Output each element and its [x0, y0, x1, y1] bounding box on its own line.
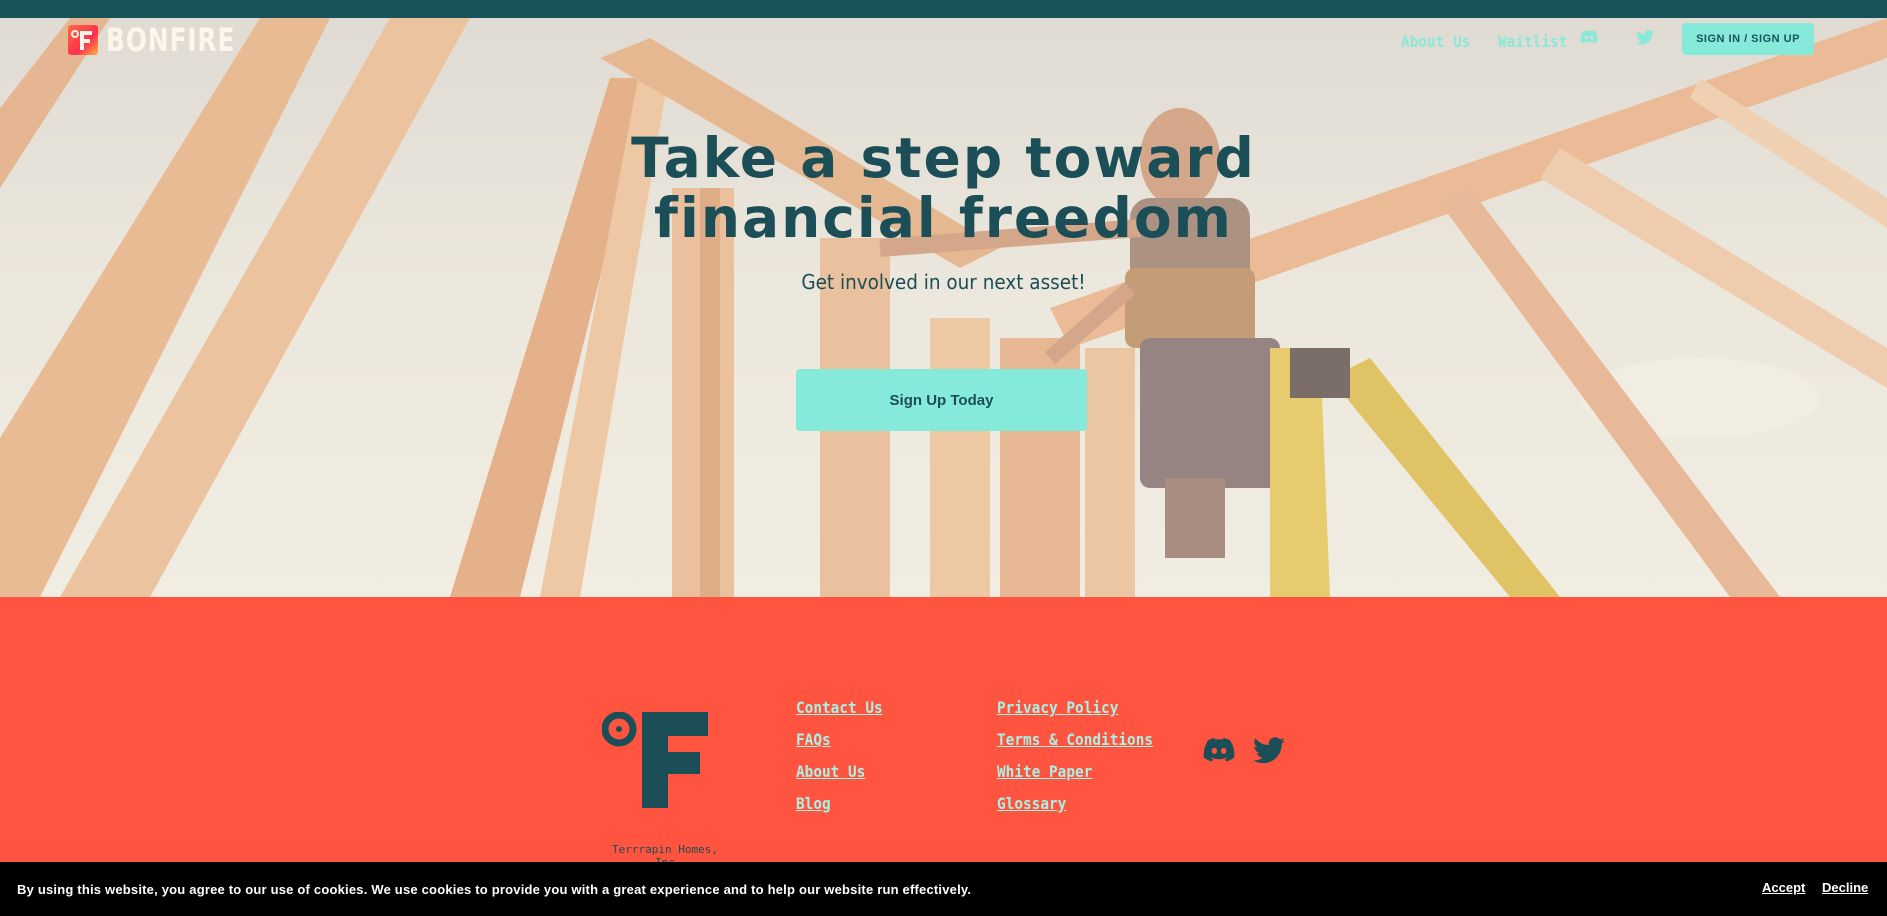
footer-logo-icon[interactable]: [601, 711, 708, 813]
top-bar: [0, 0, 1887, 18]
discord-icon[interactable]: [1580, 30, 1598, 49]
hero-headline: Take a step toward financial freedom: [0, 128, 1887, 248]
site-footer: Terrrapin Homes, Inc Contact Us FAQs Abo…: [0, 597, 1887, 869]
nav-waitlist[interactable]: Waitlist: [1498, 32, 1567, 51]
hero-overlay: [0, 18, 1887, 597]
cookie-banner: By using this website, you agree to our …: [0, 862, 1887, 916]
discord-icon[interactable]: [1203, 738, 1235, 767]
cookie-decline-button[interactable]: Decline: [1822, 880, 1868, 895]
hero-headline-line1: Take a step toward: [631, 126, 1256, 190]
footer-link-about-us[interactable]: About Us: [796, 761, 883, 783]
brand-logo[interactable]: BONFIRE: [68, 24, 272, 56]
footer-links-legal: Privacy Policy Terms & Conditions White …: [997, 697, 1170, 815]
top-nav: BONFIRE About Us Waitlist SIGN IN / SIGN…: [0, 18, 1887, 78]
footer-link-privacy-policy[interactable]: Privacy Policy: [997, 697, 1153, 719]
footer-links-primary: Contact Us FAQs About Us Blog: [796, 697, 892, 815]
nav-about-us[interactable]: About Us: [1401, 32, 1470, 51]
hero-headline-line2: financial freedom: [654, 186, 1233, 250]
cookie-message: By using this website, you agree to our …: [17, 881, 972, 897]
footer-link-faqs[interactable]: FAQs: [796, 729, 883, 751]
footer-link-blog[interactable]: Blog: [796, 793, 883, 815]
sign-in-button[interactable]: SIGN IN / SIGN UP: [1682, 23, 1814, 55]
brand-name: BONFIRE: [106, 21, 236, 59]
footer-link-white-paper[interactable]: White Paper: [997, 761, 1153, 783]
hero-section: [0, 18, 1887, 597]
twitter-icon[interactable]: [1636, 30, 1654, 50]
footer-link-contact-us[interactable]: Contact Us: [796, 697, 883, 719]
bonfire-logo-icon: [68, 25, 98, 55]
footer-link-glossary[interactable]: Glossary: [997, 793, 1153, 815]
sign-up-today-button[interactable]: Sign Up Today: [796, 369, 1087, 431]
hero-subheadline: Get involved in our next asset!: [801, 270, 1086, 294]
twitter-icon[interactable]: [1253, 737, 1285, 769]
cookie-accept-button[interactable]: Accept: [1762, 880, 1805, 895]
footer-link-terms-conditions[interactable]: Terms & Conditions: [997, 729, 1153, 751]
